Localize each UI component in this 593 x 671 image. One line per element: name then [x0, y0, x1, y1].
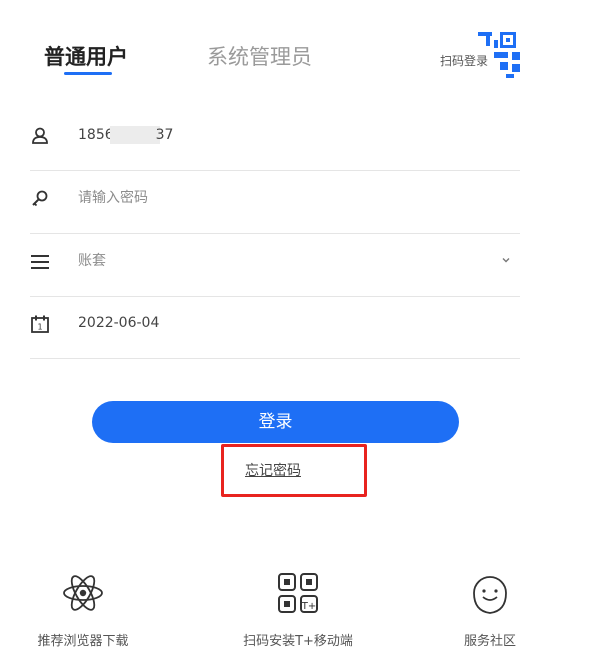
qr-code-icon[interactable]	[472, 30, 522, 80]
login-button[interactable]: 登录	[92, 401, 459, 443]
account-select[interactable]: 账套	[30, 234, 520, 297]
password-field[interactable]: 请输入密码	[30, 171, 520, 234]
chevron-down-icon[interactable]	[500, 254, 512, 266]
scan-install-label: 扫码安装T+移动端	[243, 634, 353, 649]
username-prefix: 1856	[78, 127, 114, 143]
menu-icon	[31, 255, 49, 269]
highlight-box	[221, 444, 367, 497]
active-tab-indicator	[64, 72, 112, 75]
key-icon	[32, 190, 48, 207]
calendar-icon: 1	[31, 315, 49, 333]
password-placeholder: 请输入密码	[78, 190, 148, 206]
community-link[interactable]: 服务社区	[452, 570, 528, 649]
username-suffix: 37	[155, 127, 174, 143]
svg-text:1: 1	[37, 323, 42, 332]
date-field[interactable]: 1 2022-06-04	[30, 296, 520, 359]
username-mask	[109, 126, 160, 144]
svg-text:T+: T+	[301, 601, 317, 612]
browser-download-link[interactable]: 推荐浏览器下载	[28, 570, 138, 649]
community-label: 服务社区	[463, 634, 516, 649]
qr-scan-icon: T+	[278, 573, 318, 613]
tab-system-admin[interactable]: 系统管理员	[207, 42, 312, 72]
username-field[interactable]: 1856 37	[30, 108, 520, 171]
user-icon	[32, 127, 48, 144]
atom-icon	[63, 575, 103, 611]
browser-download-label: 推荐浏览器下载	[37, 634, 129, 649]
date-value: 2022-06-04	[78, 315, 160, 331]
scan-install-link[interactable]: T+ 扫码安装T+移动端	[230, 570, 366, 649]
account-placeholder: 账套	[78, 253, 106, 269]
tab-regular-user[interactable]: 普通用户	[44, 42, 128, 72]
support-agent-icon	[473, 576, 507, 614]
